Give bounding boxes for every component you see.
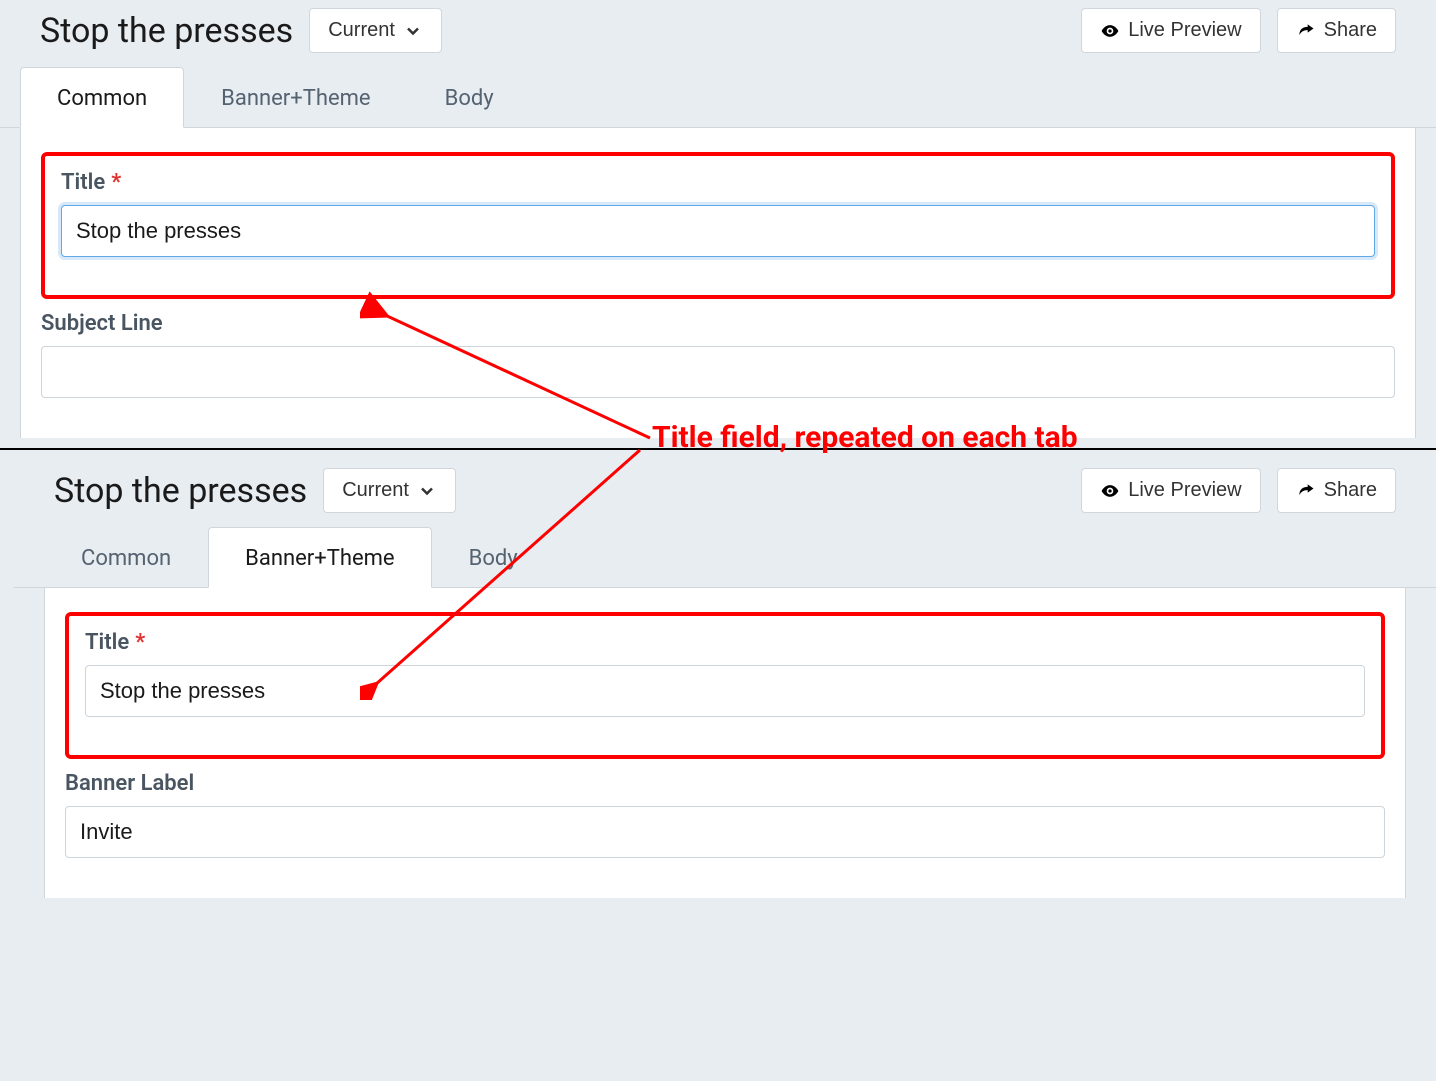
title-field-group: Title*	[61, 170, 1375, 257]
title-input[interactable]	[85, 665, 1365, 717]
live-preview-button[interactable]: Live Preview	[1081, 468, 1260, 513]
required-asterisk-icon: *	[135, 630, 145, 655]
banner-label-field-group: Banner Label	[65, 771, 1385, 858]
live-preview-label: Live Preview	[1128, 479, 1241, 502]
tab-content-banner-theme: Title* Banner Label	[44, 588, 1406, 898]
page-title: Stop the presses	[54, 471, 307, 511]
tab-content-common: Title* Subject Line	[20, 128, 1416, 438]
share-icon	[1296, 21, 1316, 41]
banner-label: Banner Label	[65, 771, 1385, 796]
subject-input[interactable]	[41, 346, 1395, 398]
subject-field-group: Subject Line	[41, 311, 1395, 398]
banner-label-input[interactable]	[65, 806, 1385, 858]
tab-common[interactable]: Common	[44, 527, 208, 588]
version-dropdown[interactable]: Current	[309, 8, 442, 53]
header: Stop the presses Current Live Preview Sh…	[0, 0, 1436, 67]
required-asterisk-icon: *	[111, 170, 121, 195]
live-preview-button[interactable]: Live Preview	[1081, 8, 1260, 53]
annotation-highlight-1: Title*	[41, 152, 1395, 299]
editor-panel-common: Stop the presses Current Live Preview Sh…	[0, 0, 1436, 438]
title-label-text: Title	[85, 630, 129, 655]
version-label: Current	[328, 19, 395, 42]
eye-icon	[1100, 21, 1120, 41]
tab-common[interactable]: Common	[20, 67, 184, 128]
live-preview-label: Live Preview	[1128, 19, 1241, 42]
tab-banner-theme[interactable]: Banner+Theme	[208, 527, 431, 588]
share-icon	[1296, 481, 1316, 501]
title-input[interactable]	[61, 205, 1375, 257]
title-label-text: Title	[61, 170, 105, 195]
page-title: Stop the presses	[40, 11, 293, 51]
title-label: Title*	[85, 630, 1365, 655]
version-label: Current	[342, 479, 409, 502]
share-button[interactable]: Share	[1277, 8, 1396, 53]
tab-banner-theme[interactable]: Banner+Theme	[184, 67, 407, 128]
chevron-down-icon	[403, 21, 423, 41]
version-dropdown[interactable]: Current	[323, 468, 456, 513]
share-label: Share	[1324, 19, 1377, 42]
chevron-down-icon	[417, 481, 437, 501]
share-button[interactable]: Share	[1277, 468, 1396, 513]
tabs: Common Banner+Theme Body	[0, 67, 1436, 128]
annotation-callout: Title field, repeated on each tab	[652, 420, 1078, 455]
title-label: Title*	[61, 170, 1375, 195]
title-field-group: Title*	[85, 630, 1365, 717]
tab-body[interactable]: Body	[408, 67, 531, 128]
subject-label: Subject Line	[41, 311, 1395, 336]
eye-icon	[1100, 481, 1120, 501]
tabs: Common Banner+Theme Body	[14, 527, 1436, 588]
editor-panel-banner-theme: Stop the presses Current Live Preview Sh…	[0, 448, 1436, 898]
tab-body[interactable]: Body	[432, 527, 555, 588]
header: Stop the presses Current Live Preview Sh…	[14, 450, 1436, 527]
annotation-highlight-2: Title*	[65, 612, 1385, 759]
share-label: Share	[1324, 479, 1377, 502]
